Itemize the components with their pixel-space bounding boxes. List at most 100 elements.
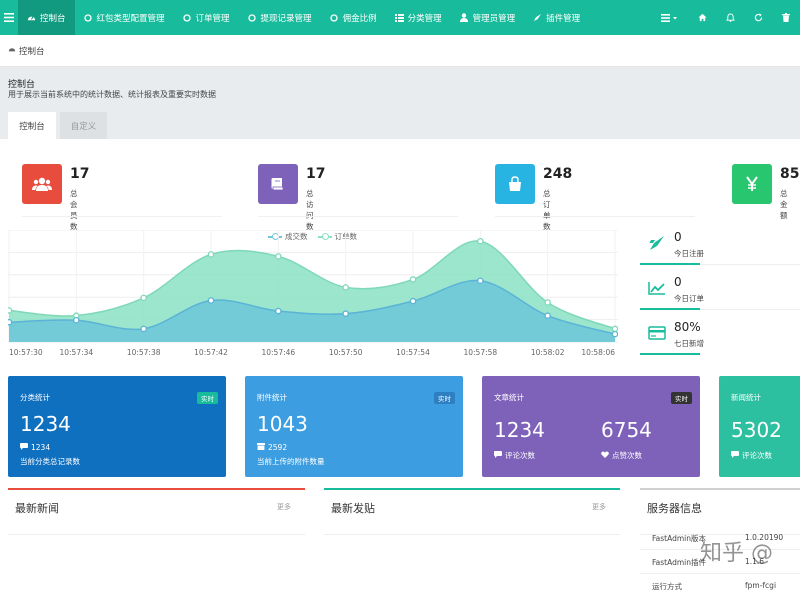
menu-toggle-icon[interactable] (0, 0, 18, 35)
trash-icon[interactable] (772, 0, 800, 35)
bell-icon[interactable] (716, 0, 744, 35)
data-point[interactable] (207, 297, 215, 304)
data-point[interactable] (73, 317, 80, 324)
x-tick-label: 10:57:34 (59, 348, 93, 357)
users-icon (22, 164, 62, 204)
panel-heading: 控制台 用于展示当前系统中的统计数据、统计报表及重要实时数据 控制台 自定义 (0, 67, 800, 139)
nav-item-plugins[interactable]: 插件管理 (524, 0, 589, 35)
stat-label: 总金额 (780, 189, 788, 220)
line-chart-icon (646, 277, 668, 299)
stat-value: 17 (306, 166, 326, 182)
nav-item-commission[interactable]: 佣金比例 (321, 0, 386, 35)
data-point[interactable] (409, 276, 417, 283)
rocket-icon (646, 232, 668, 254)
circle-icon (84, 13, 93, 22)
card-title: 附件统计 (257, 393, 287, 402)
data-point[interactable] (611, 330, 618, 338)
data-point[interactable] (477, 277, 484, 284)
data-point[interactable] (342, 284, 349, 291)
home-icon[interactable] (688, 0, 716, 35)
card-sub-label: 点赞次数 (612, 451, 642, 460)
card-category-stats: 分类统计 实时 1234 1234 当前分类总记录数 (8, 376, 226, 477)
x-tick-label: 10:58:02 (531, 348, 565, 357)
x-tick-label: 10:57:54 (396, 348, 430, 357)
x-tick-label: 10:57:50 (329, 348, 363, 357)
nav-item-label: 提现记录管理 (260, 13, 312, 24)
server-row: 运行方式 fpm-fcgi (640, 574, 800, 598)
tab-dashboard[interactable]: 控制台 (8, 112, 56, 139)
side-stat-weekly: 80% 七日新增 (640, 318, 800, 358)
nav-item-categories[interactable]: 分类管理 (386, 0, 451, 35)
data-point[interactable] (8, 318, 13, 326)
divider (324, 534, 620, 535)
side-stat-label: 今日订单 (674, 294, 704, 303)
data-point[interactable] (544, 299, 551, 306)
status-badge: 实时 (434, 392, 455, 404)
side-stat-value: 0 (674, 275, 682, 289)
nav-item-orders[interactable]: 订单管理 (174, 0, 239, 35)
card-sub-label: 评论次数 (742, 451, 772, 460)
card-sub-label: 评论次数 (505, 451, 535, 460)
card-title: 新闻统计 (731, 393, 761, 402)
status-badge: 实时 (197, 392, 218, 404)
x-tick-label: 10:57:46 (261, 348, 295, 357)
panel-heading: 最新发贴 (331, 502, 375, 515)
data-point[interactable] (140, 294, 147, 302)
x-tick-label: 10:57:42 (194, 348, 228, 357)
side-stat-value: 80% (674, 320, 701, 334)
card-sub-label: 当前分类总记录数 (20, 457, 80, 466)
nav-item-withdraw-records[interactable]: 提现记录管理 (239, 0, 321, 35)
nav-item-label: 管理员管理 (472, 13, 516, 24)
circle-icon (330, 13, 339, 22)
x-tick-label: 10:57:30 (9, 348, 43, 357)
nav-item-label: 插件管理 (546, 13, 581, 24)
breadcrumb: 控制台 (0, 35, 800, 67)
data-point[interactable] (611, 325, 618, 333)
breadcrumb-icon (8, 45, 16, 56)
card-sub: 2592 (257, 443, 287, 452)
list-icon (394, 13, 404, 22)
user-icon (460, 13, 469, 22)
data-point[interactable] (207, 251, 215, 258)
tab-custom[interactable]: 自定义 (60, 112, 107, 139)
x-tick-label: 10:57:38 (127, 348, 161, 357)
server-key: FastAdmin插件 (652, 558, 706, 567)
data-point[interactable] (8, 307, 13, 314)
nav-item-admins[interactable]: 管理员管理 (451, 0, 525, 35)
status-badge: 实时 (671, 392, 692, 404)
grid-icon[interactable] (652, 0, 688, 35)
data-point[interactable] (342, 310, 349, 317)
more-link[interactable]: 更多 (592, 502, 606, 512)
comment-icon (20, 443, 28, 452)
nav-item-label: 订单管理 (195, 13, 230, 24)
data-point[interactable] (409, 297, 417, 305)
archive-icon (257, 443, 265, 452)
refresh-icon[interactable] (744, 0, 772, 35)
progress-bar (640, 308, 700, 310)
data-point[interactable] (275, 253, 282, 260)
divider (258, 216, 458, 217)
card-sub: 1234 (20, 443, 50, 452)
latest-news-panel: 最新新闻 更多 (8, 488, 305, 600)
card-sub: 评论次数 (494, 450, 535, 461)
circle-icon (183, 13, 192, 22)
stat-value: 850 (780, 166, 800, 182)
nav-item-redpacket-config[interactable]: 红包类型配置管理 (75, 0, 174, 35)
bag-icon (495, 164, 535, 204)
stat-value: 248 (543, 166, 573, 182)
data-point[interactable] (275, 307, 282, 315)
latest-posts-panel: 最新发贴 更多 (324, 488, 620, 600)
page-description: 用于展示当前系统中的统计数据、统计报表及重要实时数据 (8, 90, 216, 99)
data-point[interactable] (140, 325, 147, 333)
card-title: 分类统计 (20, 393, 50, 402)
breadcrumb-label[interactable]: 控制台 (19, 45, 45, 57)
card-value: 5302 (731, 418, 782, 442)
card-value: 1234 (20, 412, 71, 436)
more-link[interactable]: 更多 (277, 502, 291, 512)
nav-item-dashboard[interactable]: 控制台 (18, 0, 75, 35)
server-key: 运行方式 (652, 582, 682, 591)
card-sub: 点赞次数 (601, 450, 642, 461)
data-point[interactable] (477, 237, 484, 245)
data-point[interactable] (544, 312, 551, 319)
nav-item-label: 佣金比例 (342, 13, 377, 24)
